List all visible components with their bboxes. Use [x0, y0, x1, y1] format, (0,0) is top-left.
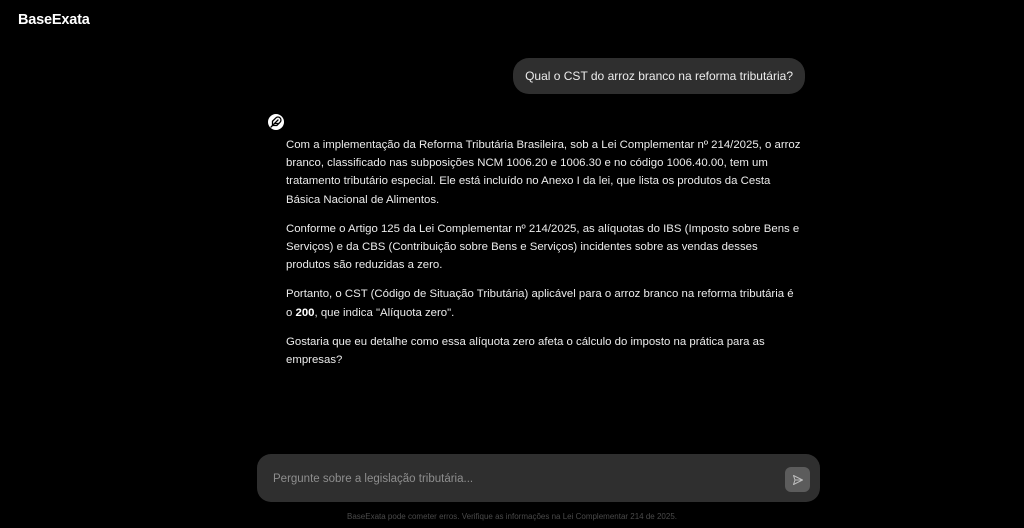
- send-button[interactable]: [785, 467, 810, 492]
- user-message-bubble: Qual o CST do arroz branco na reforma tr…: [513, 58, 805, 94]
- feather-icon: [268, 114, 284, 130]
- assistant-message: Com a implementação da Reforma Tributári…: [286, 136, 802, 380]
- send-icon: [792, 474, 804, 486]
- prompt-input[interactable]: [271, 467, 765, 491]
- disclaimer-text: BaseExata pode cometer erros. Verifique …: [347, 512, 677, 521]
- brand-logo[interactable]: BaseExata: [18, 12, 90, 28]
- message-composer[interactable]: [257, 454, 820, 502]
- assistant-paragraph-3: Portanto, o CST (Código de Situação Trib…: [286, 285, 802, 321]
- paragraph-3-text-after: , que indica "Alíquota zero".: [314, 306, 455, 319]
- assistant-paragraph-4: Gostaria que eu detalhe como essa alíquo…: [286, 335, 765, 367]
- chat-app: BaseExata Qual o CST do arroz branco na …: [0, 0, 1024, 528]
- assistant-paragraph-1: Com a implementação da Reforma Tributári…: [286, 139, 801, 206]
- assistant-paragraph-2: Conforme o Artigo 125 da Lei Complementa…: [286, 222, 800, 272]
- cst-code: 200: [295, 306, 315, 319]
